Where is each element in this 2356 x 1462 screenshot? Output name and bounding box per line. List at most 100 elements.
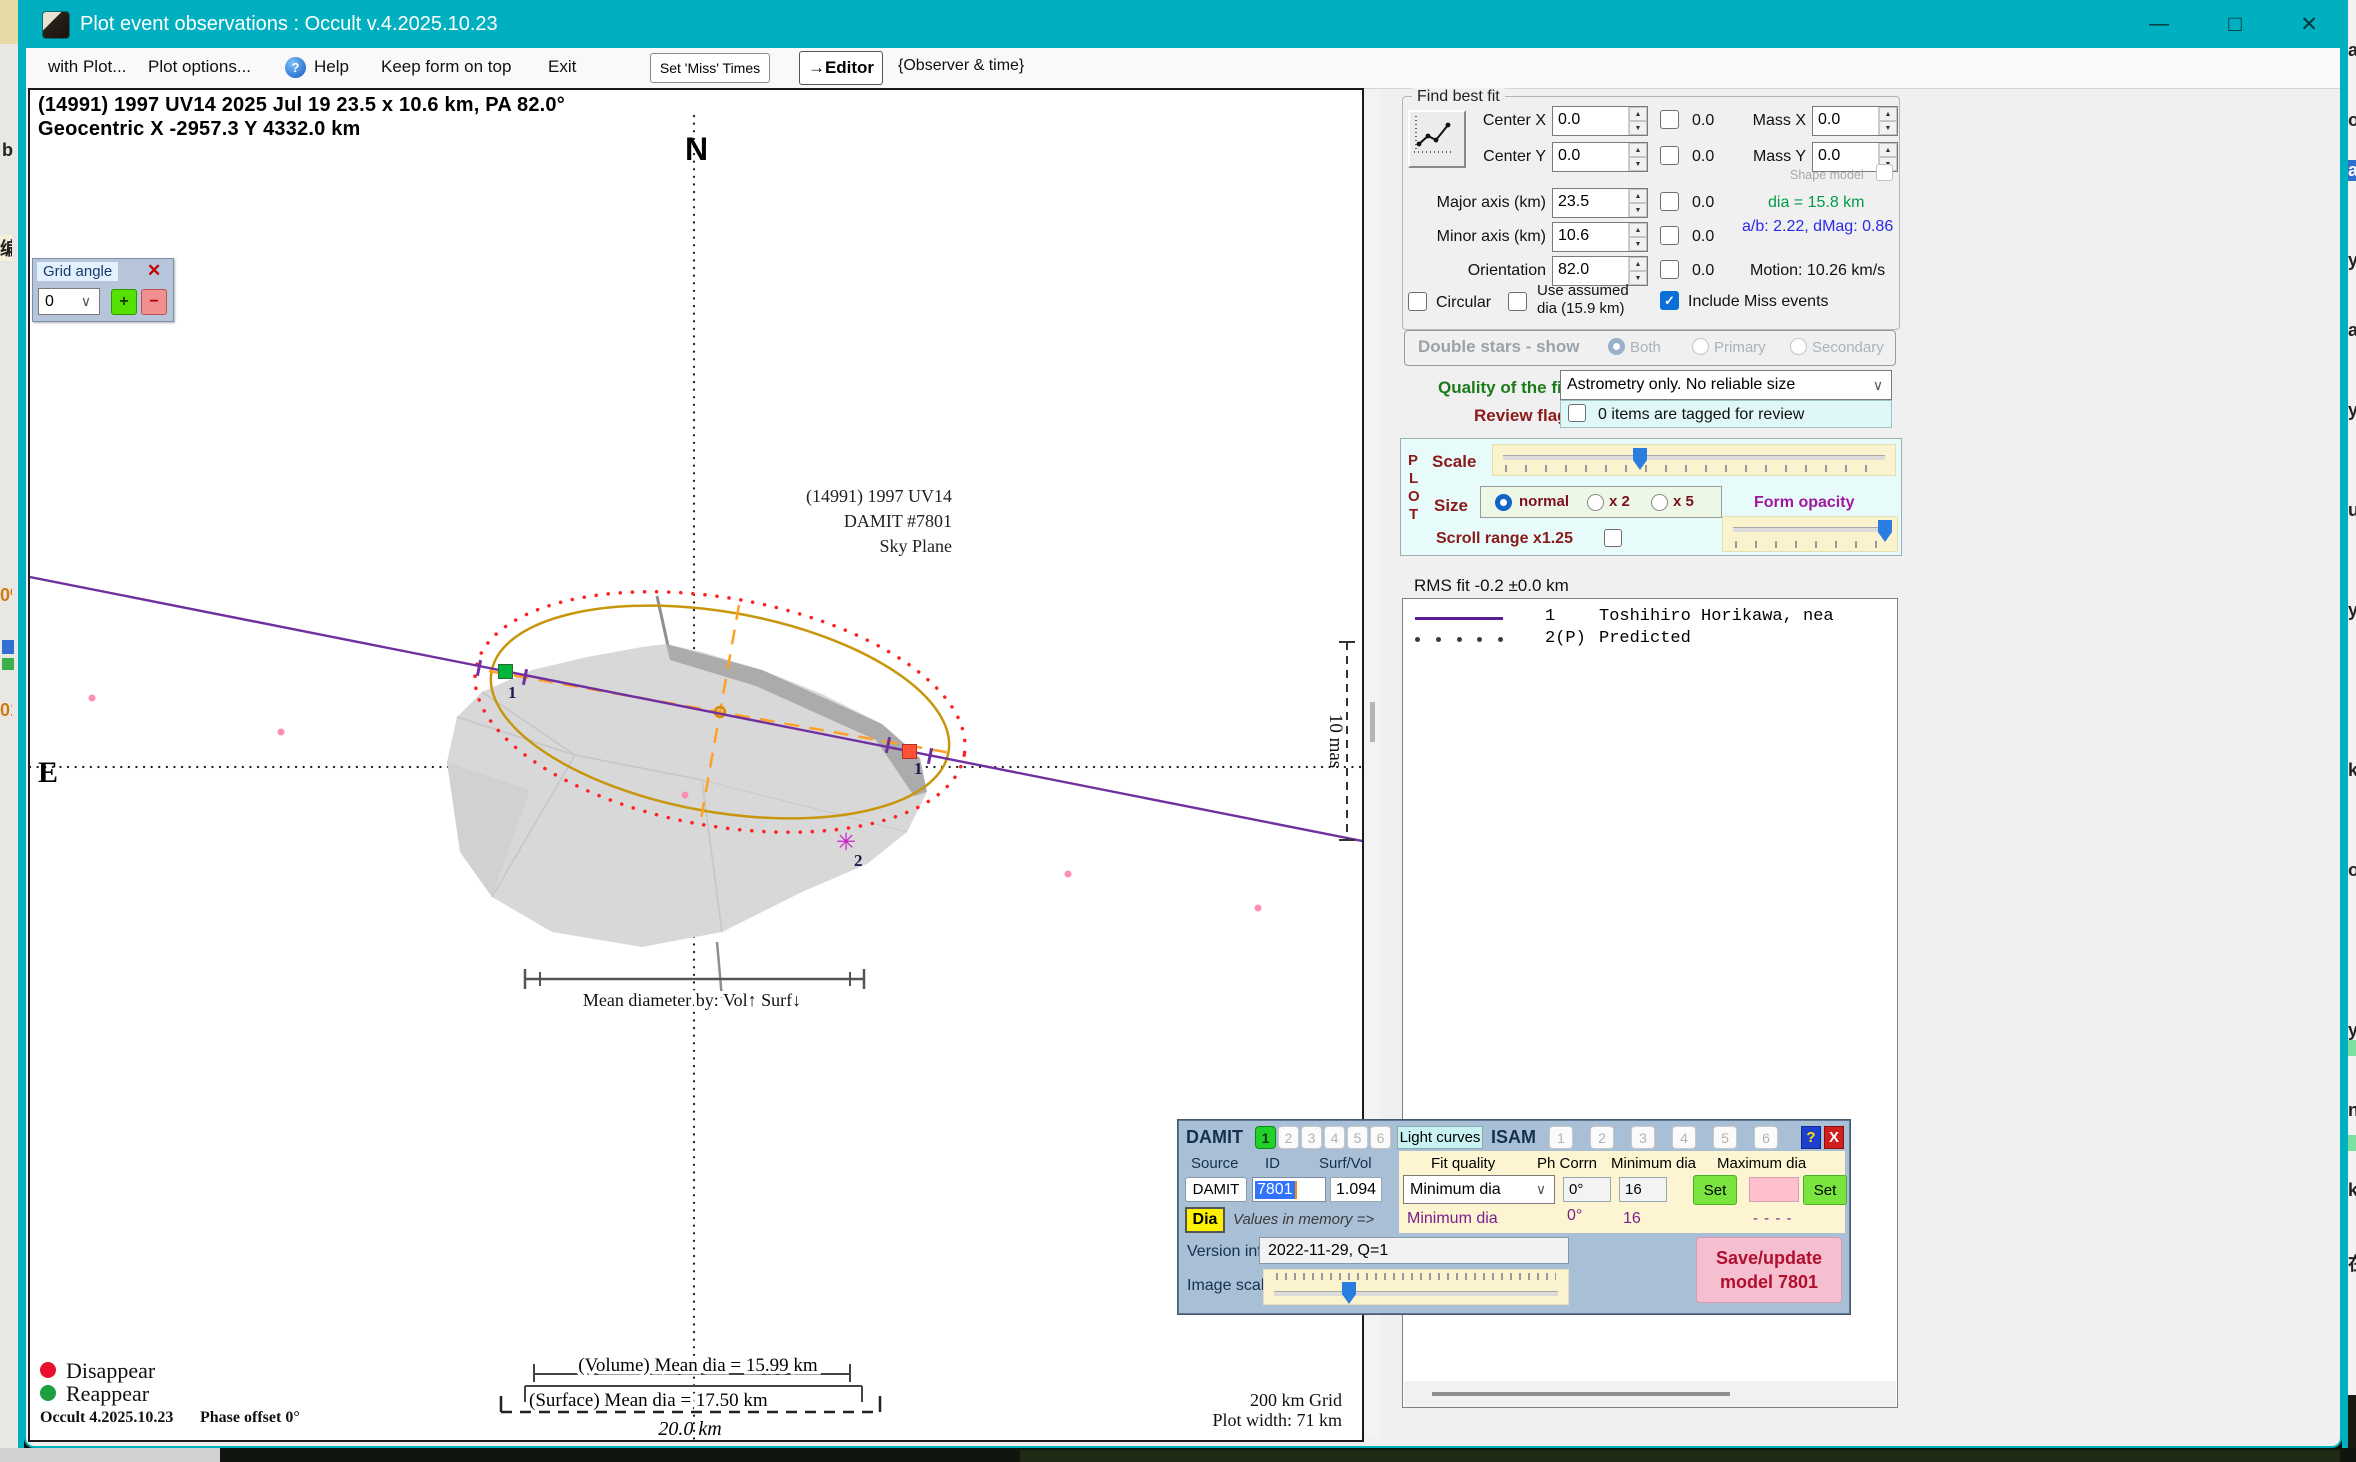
list-item[interactable]: 2(P) Predicted (1403, 629, 1897, 651)
minimize-button[interactable]: — (2134, 6, 2184, 42)
menu-keep-on-top[interactable]: Keep form on top (381, 57, 511, 77)
observer-time-label[interactable]: {Observer & time} (898, 57, 1024, 75)
double-both-radio[interactable] (1608, 338, 1625, 355)
orientation-value[interactable]: 82.0 (1553, 257, 1628, 285)
review-flags-checkbox[interactable] (1568, 404, 1586, 422)
center-y-value[interactable]: 0.0 (1553, 143, 1628, 171)
maximize-button[interactable]: □ (2210, 6, 2260, 42)
include-miss-checkbox[interactable]: ✓ (1660, 291, 1679, 310)
set-miss-times-button[interactable]: Set 'Miss' Times (650, 53, 770, 83)
menu-plot-options[interactable]: Plot options... (148, 57, 251, 77)
spin-down-icon[interactable]: ▼ (1879, 121, 1897, 135)
scale-slider[interactable] (1492, 444, 1896, 476)
menu-with-plot[interactable]: with Plot... (48, 57, 126, 77)
grid-note: 200 km Grid (1250, 1390, 1342, 1410)
spin-up-icon[interactable]: ▲ (1629, 107, 1647, 121)
grid-angle-minus-button[interactable]: − (141, 289, 167, 315)
scroll-thumb[interactable] (1370, 702, 1375, 742)
mass-y-value[interactable]: 0.0 (1813, 143, 1878, 171)
mass-x-spinner[interactable]: 0.0 ▲▼ (1812, 106, 1898, 136)
max-dia-set-button[interactable]: Set (1803, 1175, 1847, 1205)
version-info-field[interactable]: 2022-11-29, Q=1 (1259, 1237, 1569, 1264)
grid-angle-select[interactable]: 0 ∨ (38, 288, 100, 315)
form-opacity-slider-thumb[interactable] (1878, 520, 1892, 542)
center-x-lock-checkbox[interactable] (1660, 110, 1679, 129)
spin-up-icon[interactable]: ▲ (1629, 223, 1647, 237)
spin-down-icon[interactable]: ▼ (1629, 237, 1647, 251)
damit-help-button[interactable]: ? (1801, 1126, 1821, 1149)
editor-button[interactable]: →Editor (799, 51, 883, 85)
isam-tab-4[interactable]: 4 (1672, 1126, 1696, 1149)
isam-tab-1[interactable]: 1 (1549, 1126, 1573, 1149)
scroll-range-checkbox[interactable] (1604, 529, 1622, 547)
major-axis-value[interactable]: 23.5 (1553, 189, 1628, 217)
damit-tab-3[interactable]: 3 (1301, 1126, 1322, 1149)
center-x-spinner[interactable]: 0.0 ▲▼ (1552, 106, 1648, 136)
list-hscrollbar[interactable] (1404, 1381, 1896, 1407)
save-update-button[interactable]: Save/update model 7801 (1696, 1237, 1842, 1303)
center-y-lock-checkbox[interactable] (1660, 146, 1679, 165)
damit-tab-6[interactable]: 6 (1370, 1126, 1391, 1149)
ph-corrn-field[interactable]: 0° (1563, 1177, 1611, 1202)
damit-source-button[interactable]: DAMIT (1185, 1177, 1247, 1202)
image-scale-slider[interactable] (1263, 1269, 1569, 1305)
menu-help[interactable]: Help (314, 57, 349, 77)
scroll-thumb[interactable] (1432, 1392, 1730, 1396)
isam-tab-3[interactable]: 3 (1631, 1126, 1655, 1149)
min-dia-field[interactable]: 16 (1619, 1177, 1667, 1202)
spin-down-icon[interactable]: ▼ (1629, 271, 1647, 285)
spin-down-icon[interactable]: ▼ (1629, 203, 1647, 217)
major-axis-lock-checkbox[interactable] (1660, 192, 1679, 211)
grid-angle-close-icon[interactable]: ✕ (147, 261, 161, 281)
spin-up-icon[interactable]: ▲ (1629, 189, 1647, 203)
dia-button[interactable]: Dia (1185, 1207, 1225, 1233)
minor-axis-lock-checkbox[interactable] (1660, 226, 1679, 245)
shape-model-checkbox[interactable] (1876, 164, 1893, 181)
light-curves-button[interactable]: Light curves (1397, 1126, 1483, 1149)
sky-plane-plot-area[interactable]: N E (28, 88, 1364, 1442)
spin-down-icon[interactable]: ▼ (1629, 121, 1647, 135)
list-item[interactable]: 1 Toshihiro Horikawa, nea (1403, 607, 1897, 629)
damit-tab-1[interactable]: 1 (1255, 1126, 1276, 1149)
form-opacity-slider[interactable] (1722, 516, 1898, 552)
isam-tab-6[interactable]: 6 (1754, 1126, 1778, 1149)
damit-close-button[interactable]: X (1824, 1126, 1844, 1149)
mass-x-value[interactable]: 0.0 (1813, 107, 1878, 135)
double-secondary-radio[interactable] (1790, 338, 1807, 355)
double-primary-radio[interactable] (1692, 338, 1709, 355)
minor-axis-value[interactable]: 10.6 (1553, 223, 1628, 251)
minor-axis-spinner[interactable]: 10.6 ▲▼ (1552, 222, 1648, 252)
min-dia-set-button[interactable]: Set (1693, 1175, 1737, 1205)
spin-down-icon[interactable]: ▼ (1629, 157, 1647, 171)
orientation-lock-checkbox[interactable] (1660, 260, 1679, 279)
size-x2-radio[interactable] (1587, 494, 1604, 511)
quality-of-fit-select[interactable]: Astrometry only. No reliable size ∨ (1560, 370, 1892, 400)
major-axis-spinner[interactable]: 23.5 ▲▼ (1552, 188, 1648, 218)
damit-id-field[interactable]: 7801 (1252, 1177, 1326, 1202)
center-x-value[interactable]: 0.0 (1553, 107, 1628, 135)
size-normal-radio[interactable] (1495, 494, 1512, 511)
use-assumed-dia-checkbox[interactable] (1508, 292, 1527, 311)
size-x5-radio[interactable] (1651, 494, 1668, 511)
disappear-marker[interactable] (499, 665, 513, 679)
center-y-spinner[interactable]: 0.0 ▲▼ (1552, 142, 1648, 172)
grid-angle-plus-button[interactable]: + (111, 289, 137, 315)
spin-up-icon[interactable]: ▲ (1629, 257, 1647, 271)
damit-tab-4[interactable]: 4 (1324, 1126, 1345, 1149)
isam-tab-5[interactable]: 5 (1713, 1126, 1737, 1149)
spin-up-icon[interactable]: ▲ (1629, 143, 1647, 157)
max-dia-field[interactable] (1749, 1177, 1799, 1202)
menu-exit[interactable]: Exit (548, 57, 576, 77)
close-button[interactable]: ✕ (2284, 6, 2334, 42)
reappear-marker[interactable] (903, 745, 917, 759)
fit-quality-select[interactable]: Minimum dia ∨ (1403, 1175, 1555, 1204)
damit-tab-2[interactable]: 2 (1278, 1126, 1299, 1149)
damit-tab-5[interactable]: 5 (1347, 1126, 1368, 1149)
help-icon[interactable]: ? (285, 57, 306, 78)
spin-up-icon[interactable]: ▲ (1879, 107, 1897, 121)
title-bar[interactable]: Plot event observations : Occult v.4.202… (26, 0, 2340, 48)
isam-tab-2[interactable]: 2 (1590, 1126, 1614, 1149)
image-scale-slider-thumb[interactable] (1342, 1282, 1356, 1304)
spin-up-icon[interactable]: ▲ (1879, 143, 1897, 157)
circular-checkbox[interactable] (1408, 292, 1427, 311)
